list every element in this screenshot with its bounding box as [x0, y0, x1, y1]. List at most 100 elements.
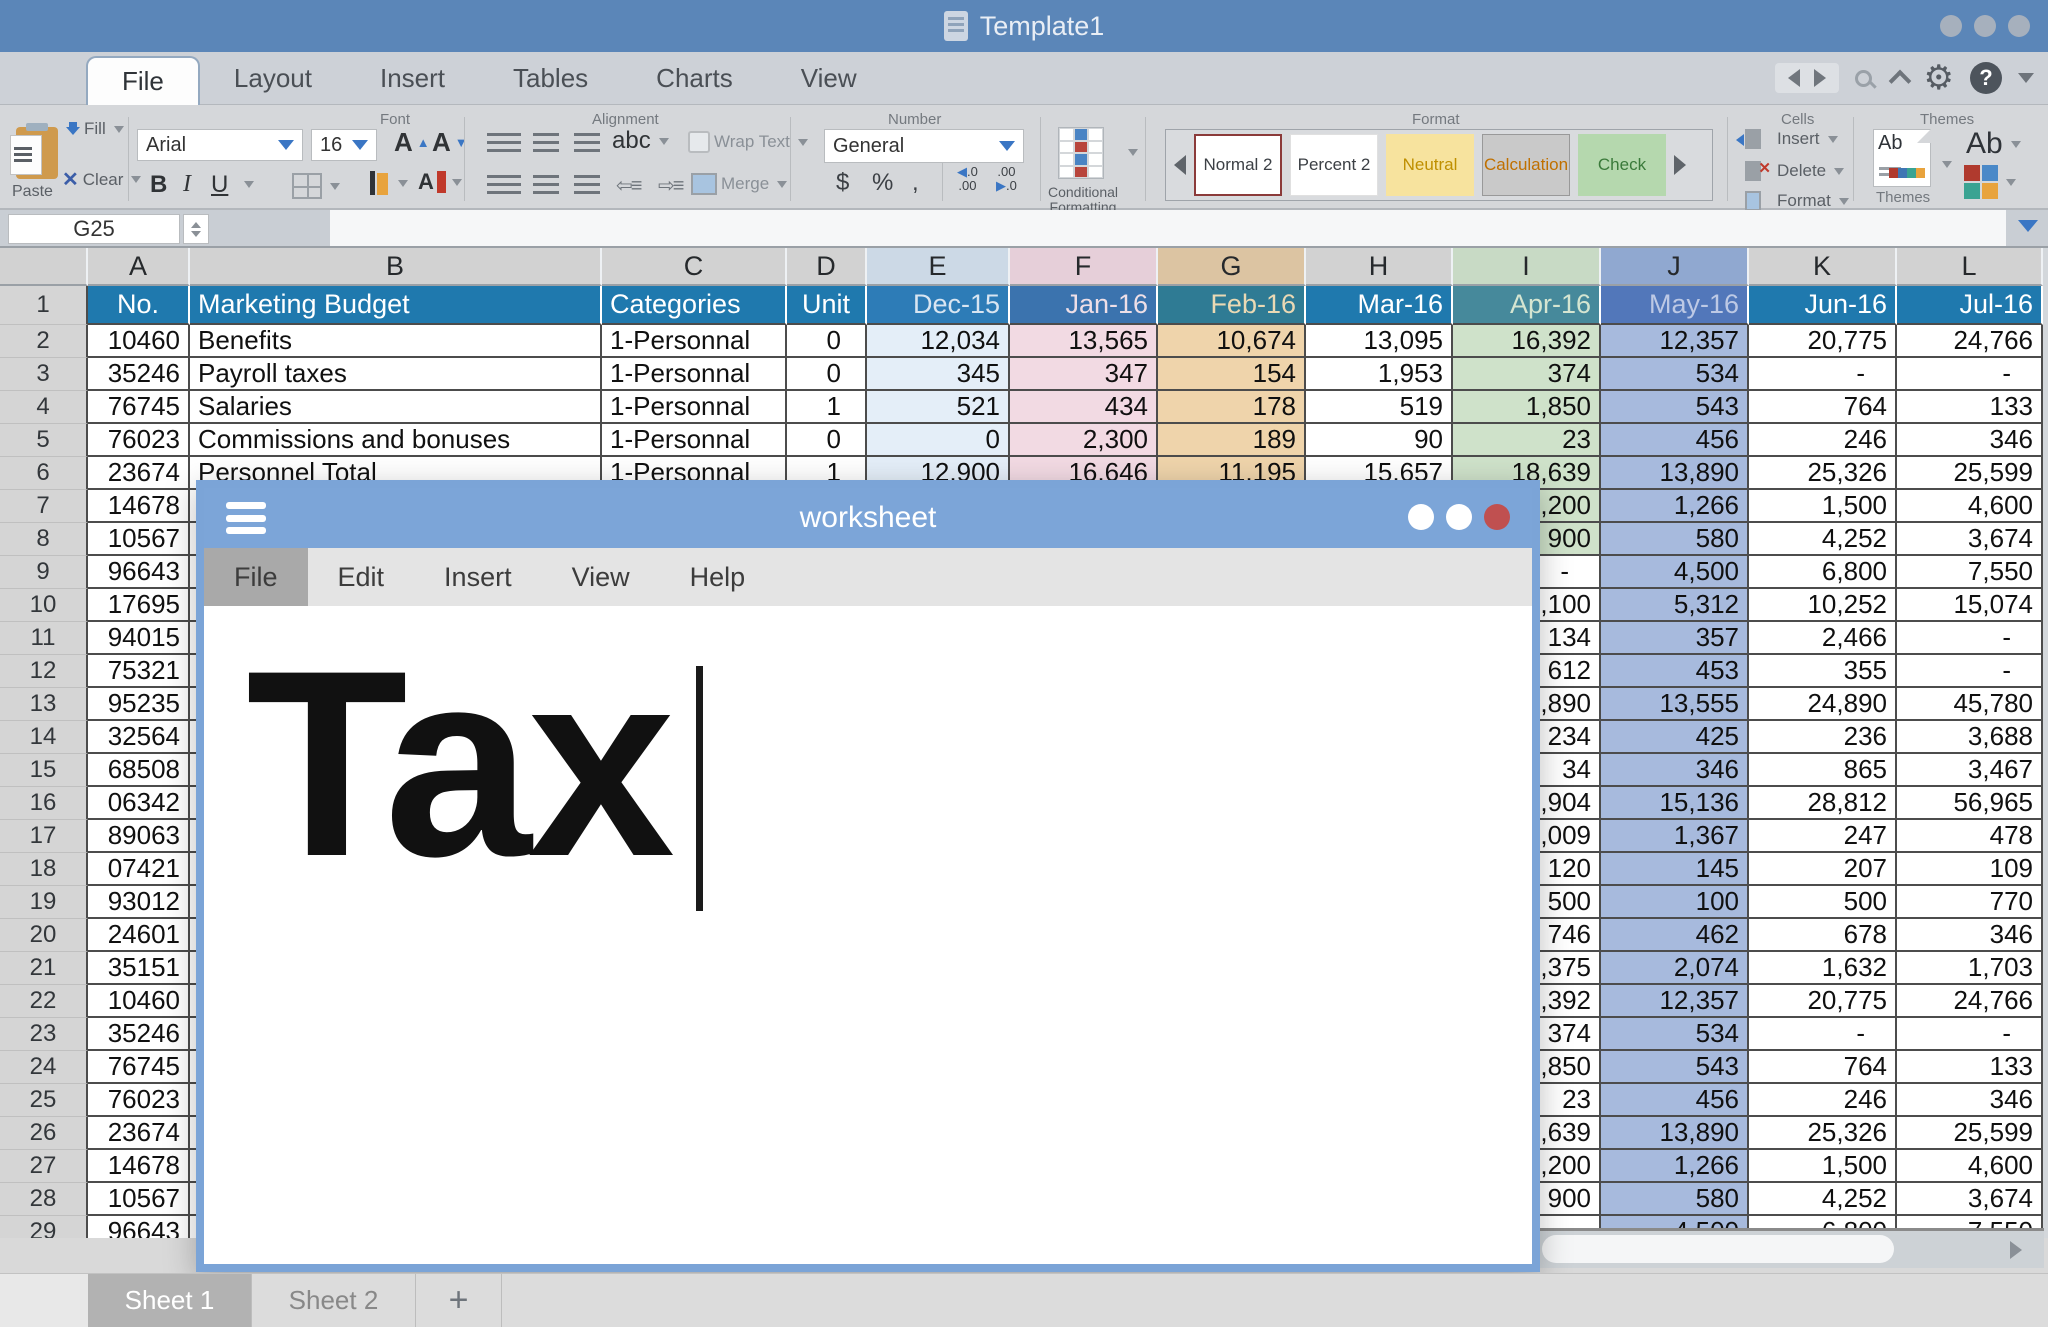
style-chip-neutral[interactable]: Neutral: [1386, 134, 1474, 196]
tab-tables[interactable]: Tables: [479, 52, 622, 105]
cell-K15[interactable]: 865: [1749, 754, 1897, 787]
cell-D2[interactable]: 0: [787, 325, 867, 358]
style-gallery-forward-icon[interactable]: [1674, 155, 1686, 175]
underline-button[interactable]: U: [211, 171, 228, 199]
valign-middle-button[interactable]: [533, 133, 559, 153]
cell-A22[interactable]: 10460: [88, 985, 190, 1018]
cell-I3[interactable]: 374: [1453, 358, 1601, 391]
cell-A16[interactable]: 06342: [88, 787, 190, 820]
cell-L20[interactable]: 346: [1897, 919, 2043, 952]
decimal-increase-button[interactable]: ◀.0.00: [957, 165, 978, 193]
settings-gear-icon[interactable]: ⚙: [1924, 63, 1954, 93]
cell-K12[interactable]: 355: [1749, 655, 1897, 688]
header-cell-A1[interactable]: No.: [88, 286, 190, 325]
cell-A13[interactable]: 95235: [88, 688, 190, 721]
cell-G3[interactable]: 154: [1158, 358, 1306, 391]
cell-L25[interactable]: 346: [1897, 1084, 2043, 1117]
cell-K7[interactable]: 1,500: [1749, 490, 1897, 523]
row-number-26[interactable]: 26: [0, 1117, 88, 1150]
row-number-9[interactable]: 9: [0, 556, 88, 589]
cell-J13[interactable]: 13,555: [1601, 688, 1749, 721]
worksheet-titlebar[interactable]: worksheet: [204, 488, 1532, 548]
row-number-8[interactable]: 8: [0, 523, 88, 556]
cell-B4[interactable]: Salaries: [190, 391, 602, 424]
style-chip-normal-2[interactable]: Normal 2: [1194, 134, 1282, 196]
cell-H5[interactable]: 90: [1306, 424, 1453, 457]
row-number-4[interactable]: 4: [0, 391, 88, 424]
decimal-decrease-button[interactable]: .00▶.0: [996, 165, 1017, 193]
header-cell-H1[interactable]: Mar-16: [1306, 286, 1453, 325]
formula-dropdown-icon[interactable]: [2018, 220, 2038, 232]
cell-A6[interactable]: 23674: [88, 457, 190, 490]
style-gallery-back-icon[interactable]: [1174, 155, 1186, 175]
cell-L2[interactable]: 24,766: [1897, 325, 2043, 358]
cell-G4[interactable]: 178: [1158, 391, 1306, 424]
cell-L6[interactable]: 25,599: [1897, 457, 2043, 490]
horizontal-scrollbar[interactable]: [1534, 1228, 2044, 1268]
cell-J8[interactable]: 580: [1601, 523, 1749, 556]
worksheet-minimize-dot[interactable]: [1408, 504, 1434, 530]
theme-colors-button[interactable]: [1964, 165, 2016, 199]
row-number-24[interactable]: 24: [0, 1051, 88, 1084]
cell-L12[interactable]: -: [1897, 655, 2043, 688]
header-cell-B1[interactable]: Marketing Budget: [190, 286, 602, 325]
help-icon[interactable]: ?: [1970, 62, 2002, 94]
row-number-13[interactable]: 13: [0, 688, 88, 721]
cell-A21[interactable]: 35151: [88, 952, 190, 985]
row-number-10[interactable]: 10: [0, 589, 88, 622]
row-number-15[interactable]: 15: [0, 754, 88, 787]
cell-L15[interactable]: 3,467: [1897, 754, 2043, 787]
window-control-dot-3[interactable]: [2008, 15, 2030, 37]
row-number-28[interactable]: 28: [0, 1183, 88, 1216]
header-cell-J1[interactable]: May-16: [1601, 286, 1749, 325]
fill-color-button[interactable]: [368, 171, 408, 195]
row-number-5[interactable]: 5: [0, 424, 88, 457]
cell-J2[interactable]: 12,357: [1601, 325, 1749, 358]
row-number-16[interactable]: 16: [0, 787, 88, 820]
cell-G2[interactable]: 10,674: [1158, 325, 1306, 358]
cell-C5[interactable]: 1-Personnal: [602, 424, 787, 457]
cell-J10[interactable]: 5,312: [1601, 589, 1749, 622]
menu-item-file[interactable]: File: [204, 548, 308, 606]
cell-L9[interactable]: 7,550: [1897, 556, 2043, 589]
cell-H3[interactable]: 1,953: [1306, 358, 1453, 391]
clear-button[interactable]: ✕ Clear: [62, 167, 141, 192]
cell-K8[interactable]: 4,252: [1749, 523, 1897, 556]
cell-C4[interactable]: 1-Personnal: [602, 391, 787, 424]
formula-input[interactable]: [330, 210, 2006, 246]
cell-E5[interactable]: 0: [867, 424, 1010, 457]
cell-A4[interactable]: 76745: [88, 391, 190, 424]
cell-B5[interactable]: Commissions and bonuses: [190, 424, 602, 457]
cell-L17[interactable]: 478: [1897, 820, 2043, 853]
cell-K16[interactable]: 28,812: [1749, 787, 1897, 820]
row-number-20[interactable]: 20: [0, 919, 88, 952]
collapse-ribbon-icon[interactable]: [1888, 70, 1911, 93]
cell-L3[interactable]: -: [1897, 358, 2043, 391]
cell-E2[interactable]: 12,034: [867, 325, 1010, 358]
cell-A26[interactable]: 23674: [88, 1117, 190, 1150]
cell-L18[interactable]: 109: [1897, 853, 2043, 886]
cell-A3[interactable]: 35246: [88, 358, 190, 391]
align-left-button[interactable]: [487, 175, 521, 195]
cell-K21[interactable]: 1,632: [1749, 952, 1897, 985]
cell-A10[interactable]: 17695: [88, 589, 190, 622]
borders-button[interactable]: [292, 173, 340, 199]
hamburger-menu-icon[interactable]: [226, 502, 266, 534]
cell-L28[interactable]: 3,674: [1897, 1183, 2043, 1216]
cell-K4[interactable]: 764: [1749, 391, 1897, 424]
cell-L27[interactable]: 4,600: [1897, 1150, 2043, 1183]
header-cell-F1[interactable]: Jan-16: [1010, 286, 1158, 325]
currency-button[interactable]: $: [836, 169, 849, 197]
header-cell-L1[interactable]: Jul-16: [1897, 286, 2043, 325]
indent-button[interactable]: ⇨≡: [658, 173, 682, 198]
document-canvas[interactable]: Tax: [204, 606, 1532, 1264]
cell-A18[interactable]: 07421: [88, 853, 190, 886]
valign-top-button[interactable]: [487, 133, 521, 153]
help-dropdown-icon[interactable]: [2018, 73, 2034, 83]
cell-A28[interactable]: 10567: [88, 1183, 190, 1216]
cell-H2[interactable]: 13,095: [1306, 325, 1453, 358]
cell-A15[interactable]: 68508: [88, 754, 190, 787]
cell-H4[interactable]: 519: [1306, 391, 1453, 424]
cell-D5[interactable]: 0: [787, 424, 867, 457]
italic-button[interactable]: I: [183, 171, 191, 198]
